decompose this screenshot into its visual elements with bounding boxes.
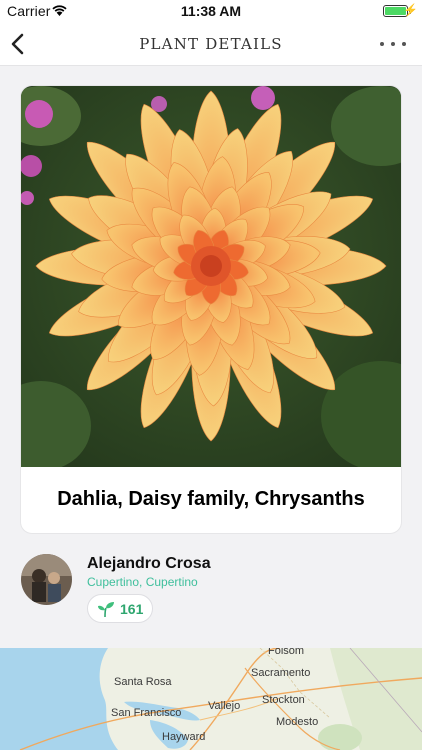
map-background [0,648,422,750]
map-city-label: Santa Rosa [114,676,172,688]
more-horizontal-icon [402,42,406,46]
map-city-label: Folsom [268,648,305,657]
page-title: PLANT DETAILS [139,35,283,53]
more-horizontal-icon [380,42,384,46]
map-city-label: Hayward [162,731,206,743]
likes-button[interactable]: 161 [87,594,153,623]
more-horizontal-icon [391,42,395,46]
plant-name: Dahlia, Daisy family, Chrysanths [57,488,365,510]
status-bar: Carrier 11:38 AM ⚡ [0,0,422,22]
avatar[interactable] [21,554,72,605]
author-location: Cupertino, Cupertino [87,575,198,589]
map-city-label: Vallejo [208,700,241,712]
charging-icon: ⚡ [403,3,418,17]
avatar-photo [21,554,72,605]
plant-photo [21,86,401,467]
sprout-icon [98,602,114,617]
status-time: 11:38 AM [180,3,242,19]
map-city-label: Stockton [262,694,305,706]
map-city-label: Modesto [276,716,319,728]
navigation-bar: PLANT DETAILS [0,22,422,66]
map-city-label: Sacramento [251,667,311,679]
location-map[interactable]: Folsom Sacramento Santa Rosa Stockton Sa… [0,648,422,750]
more-options-button[interactable] [378,35,408,53]
author-name[interactable]: Alejandro Crosa [87,555,211,573]
likes-count: 161 [120,601,144,617]
map-city-label: San Francisco [111,707,182,719]
plant-card[interactable]: Dahlia, Daisy family, Chrysanths [21,86,401,533]
